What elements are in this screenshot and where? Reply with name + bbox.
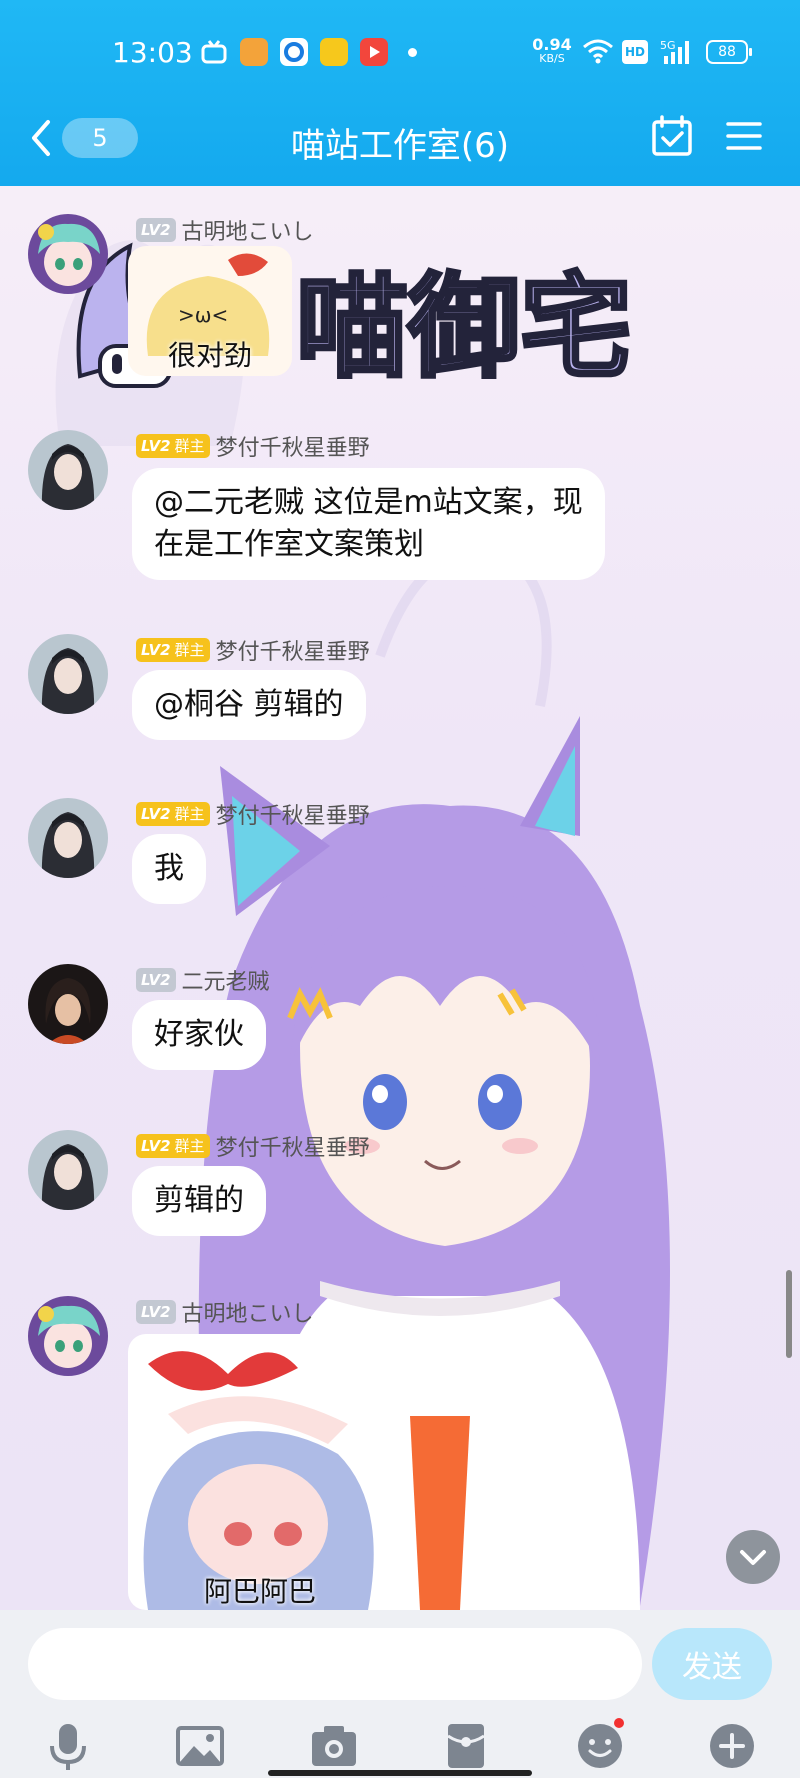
page-title: 喵站工作室(6) xyxy=(290,126,510,166)
sender-name[interactable]: 梦付千秋星垂野 xyxy=(216,634,370,666)
chat-message: LV2 二元老贼 好家伙 xyxy=(0,964,800,1094)
message-bubble[interactable]: 好家伙 xyxy=(132,1000,266,1070)
battery-icon: 88 xyxy=(706,40,752,64)
game-app-icon xyxy=(240,38,268,66)
sticker-caption: 很对劲 xyxy=(167,339,252,372)
top-bar: 13:03 0.94 KB/S HD 5G 88 5 喵站工作室(6) xyxy=(0,0,800,186)
status-time: 13:03 xyxy=(112,36,193,69)
sender-name[interactable]: 古明地こいし xyxy=(182,1296,314,1328)
nav-bar: 5 喵站工作室(6) xyxy=(0,100,800,186)
chat-message: LV2 群主 梦付千秋星垂野 @二元老贼 这位是m站文案，现 在是工作室文案策划 xyxy=(0,430,800,610)
chat-message: LV2 古明地こいし 阿巴阿巴 xyxy=(0,1296,800,1610)
avatar[interactable] xyxy=(28,1130,108,1210)
microphone-icon[interactable] xyxy=(40,1718,96,1774)
sticker-image[interactable]: 阿巴阿巴 xyxy=(128,1334,392,1610)
message-meta: LV2 群主 梦付千秋星垂野 xyxy=(136,430,370,462)
status-bar: 13:03 0.94 KB/S HD 5G 88 xyxy=(0,0,800,100)
avatar[interactable] xyxy=(28,430,108,510)
chevron-left-icon xyxy=(28,118,54,162)
sender-name[interactable]: 古明地こいし xyxy=(182,214,314,246)
chat-area[interactable]: 喵御宅 LV2 古明地こいし >ω< 很对劲 LV2 群主 梦付千秋星垂野 @二元… xyxy=(0,186,800,1610)
scroll-to-bottom-button[interactable] xyxy=(726,1530,780,1584)
notes-app-icon xyxy=(320,38,348,66)
sticker-image[interactable]: >ω< 很对劲 xyxy=(128,246,292,376)
unread-count-badge: 5 xyxy=(62,118,138,158)
avatar[interactable] xyxy=(28,214,108,294)
browser-app-icon xyxy=(280,38,308,66)
owner-badge: LV2 群主 xyxy=(136,638,210,662)
chevron-down-icon xyxy=(740,1550,766,1565)
message-meta: LV2 古明地こいし xyxy=(136,214,314,246)
message-bubble[interactable]: @二元老贼 这位是m站文案，现 在是工作室文案策划 xyxy=(132,468,605,580)
owner-badge: LV2 群主 xyxy=(136,1134,210,1158)
network-speed: 0.94 KB/S xyxy=(532,35,572,65)
scrollbar[interactable] xyxy=(786,1270,792,1358)
sender-name[interactable]: 梦付千秋星垂野 xyxy=(216,798,370,830)
message-meta: LV2 群主 梦付千秋星垂野 xyxy=(136,798,370,830)
avatar[interactable] xyxy=(28,798,108,878)
chat-message: LV2 群主 梦付千秋星垂野 我 xyxy=(0,798,800,928)
video-app-icon xyxy=(360,38,388,66)
plus-icon[interactable] xyxy=(704,1718,760,1774)
message-meta: LV2 二元老贼 xyxy=(136,964,270,996)
owner-badge: LV2 群主 xyxy=(136,434,210,458)
notification-dot xyxy=(614,1718,624,1728)
avatar[interactable] xyxy=(28,1296,108,1376)
message-meta: LV2 古明地こいし xyxy=(136,1296,314,1328)
sticker-caption: 阿巴阿巴 xyxy=(203,1575,316,1608)
calendar-check-icon[interactable] xyxy=(650,114,694,162)
chat-message: LV2 群主 梦付千秋星垂野 @桐谷 剪辑的 xyxy=(0,634,800,764)
message-meta: LV2 群主 梦付千秋星垂野 xyxy=(136,1130,370,1162)
message-text-line: @二元老贼 这位是m站文案，现 xyxy=(154,485,583,520)
notification-icons xyxy=(200,38,388,66)
chat-message: LV2 群主 梦付千秋星垂野 剪辑的 xyxy=(0,1130,800,1260)
home-indicator[interactable] xyxy=(268,1770,532,1776)
hd-icon: HD xyxy=(622,40,648,64)
input-bar: 发送 xyxy=(0,1610,800,1778)
sender-name[interactable]: 梦付千秋星垂野 xyxy=(216,1130,370,1162)
avatar[interactable] xyxy=(28,634,108,714)
input-toolbar xyxy=(0,1718,800,1774)
menu-icon[interactable] xyxy=(724,116,764,160)
red-packet-icon[interactable] xyxy=(438,1718,494,1774)
back-button[interactable]: 5 xyxy=(28,118,138,158)
level-badge: LV2 xyxy=(136,218,176,242)
camera-icon[interactable] xyxy=(306,1718,362,1774)
more-notifications-dot xyxy=(408,48,417,57)
send-button[interactable]: 发送 xyxy=(652,1628,772,1700)
message-input[interactable] xyxy=(28,1628,642,1700)
message-text-line: 在是工作室文案策划 xyxy=(154,527,424,562)
message-bubble[interactable]: 剪辑的 xyxy=(132,1166,266,1236)
avatar[interactable] xyxy=(28,964,108,1044)
owner-badge: LV2 群主 xyxy=(136,802,210,826)
wifi-icon xyxy=(582,38,614,68)
signal-icon: 5G xyxy=(660,38,696,70)
level-badge: LV2 xyxy=(136,1300,176,1324)
message-meta: LV2 群主 梦付千秋星垂野 xyxy=(136,634,370,666)
message-bubble[interactable]: 我 xyxy=(132,834,206,904)
sender-name[interactable]: 梦付千秋星垂野 xyxy=(216,430,370,462)
tv-app-icon xyxy=(200,38,228,66)
sender-name[interactable]: 二元老贼 xyxy=(182,964,270,996)
emoji-icon[interactable] xyxy=(572,1718,628,1774)
svg-text:5G: 5G xyxy=(660,39,676,52)
chat-message: LV2 古明地こいし >ω< 很对劲 xyxy=(0,214,800,376)
image-icon[interactable] xyxy=(172,1718,228,1774)
message-bubble[interactable]: @桐谷 剪辑的 xyxy=(132,670,366,740)
level-badge: LV2 xyxy=(136,968,176,992)
svg-text:>ω<: >ω< xyxy=(178,303,228,327)
